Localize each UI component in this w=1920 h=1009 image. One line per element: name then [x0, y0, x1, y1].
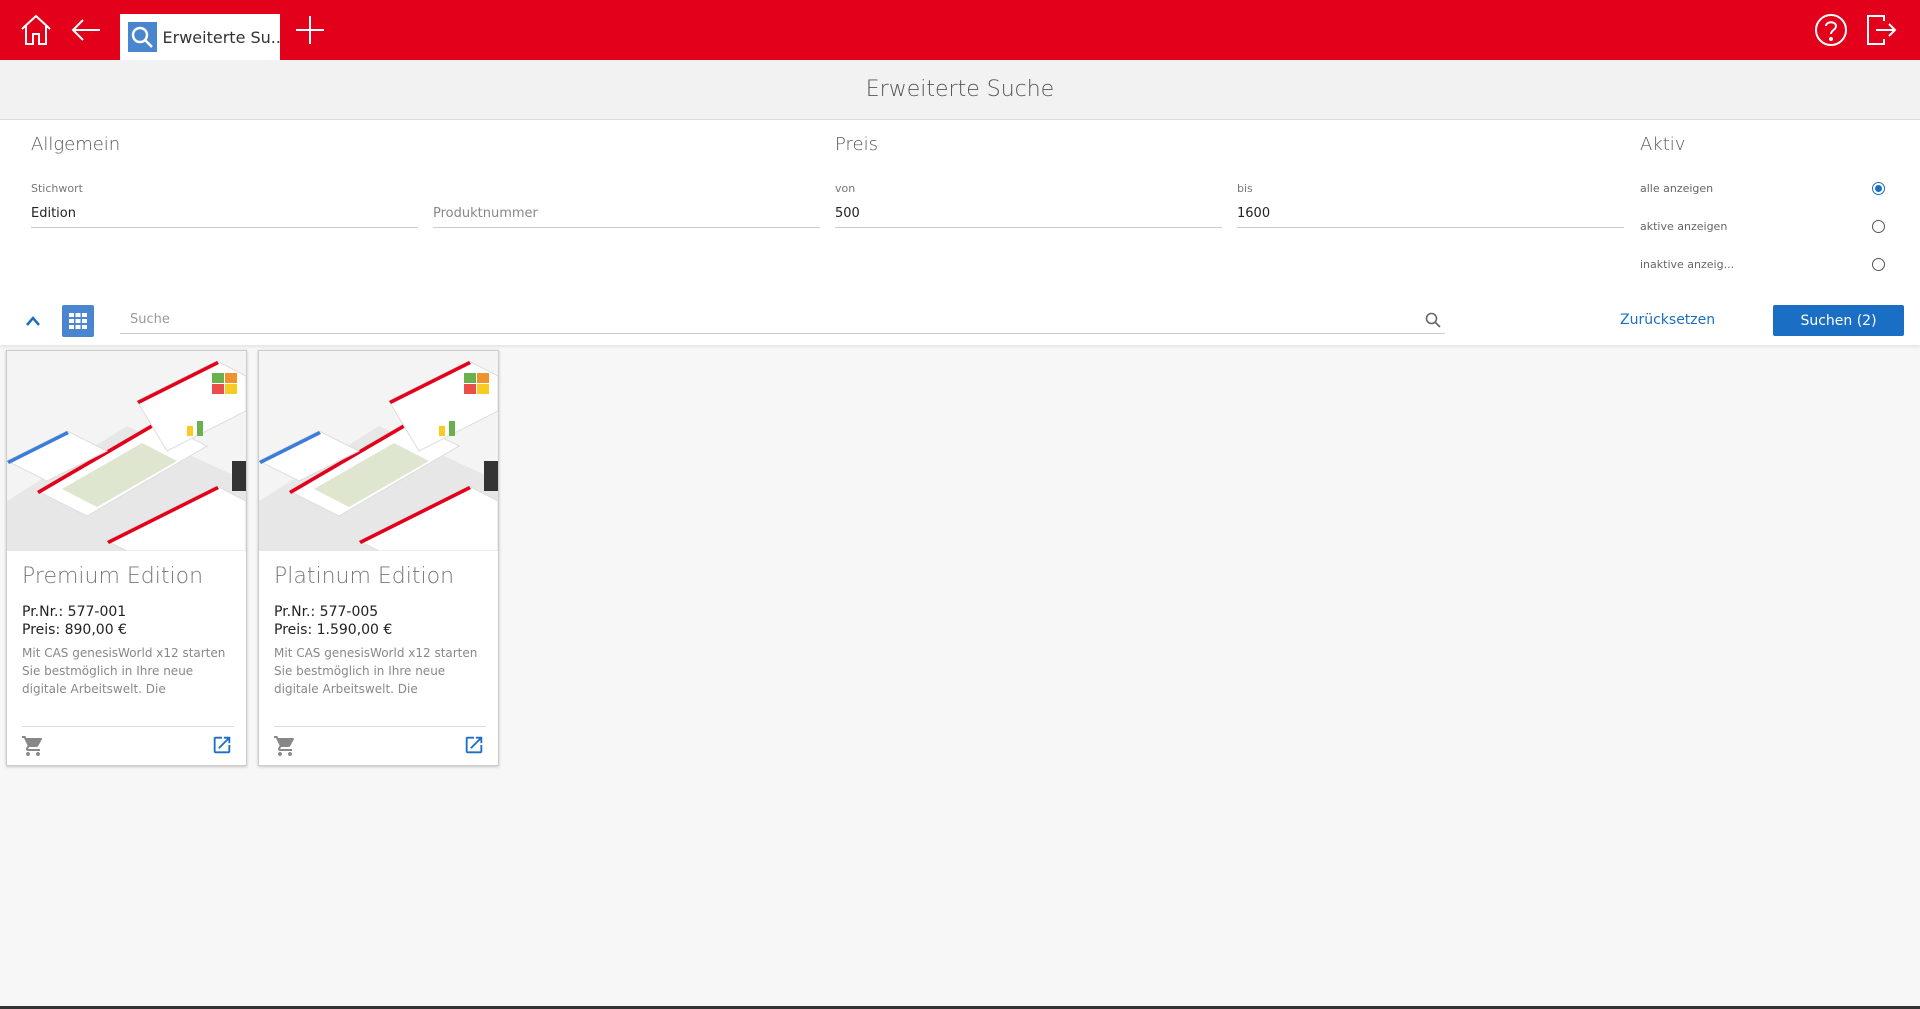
collapse-button[interactable] — [20, 308, 46, 334]
radio-button-checked[interactable] — [1872, 181, 1885, 195]
page-header: Erweiterte Suche — [0, 60, 1920, 120]
add-tab-button[interactable] — [280, 0, 340, 60]
price-to-label: bis — [1237, 182, 1253, 195]
filter-panel: Allgemein Stichwort Edition Produktnumme… — [0, 120, 1920, 345]
radio-show-inactive[interactable]: inaktive anzeig... — [1640, 254, 1885, 274]
product-image — [7, 351, 246, 551]
radio-button[interactable] — [1872, 219, 1885, 233]
radio-label: inaktive anzeig... — [1640, 257, 1735, 271]
search-placeholder: Suche — [130, 312, 170, 327]
top-bar: Erweiterte Su... — [0, 0, 1920, 60]
product-number: Pr.Nr.: 577-001 — [22, 604, 127, 620]
price-from-label: von — [835, 182, 856, 195]
search-input[interactable]: Suche — [120, 308, 1445, 334]
chevron-up-icon — [26, 316, 40, 326]
product-title: Premium Edition — [22, 564, 204, 589]
tab-label: Erweiterte Su... — [162, 27, 280, 47]
product-description: Mit CAS genesisWorld x12 starten Sie bes… — [274, 646, 478, 696]
open-external-icon[interactable] — [463, 734, 485, 756]
product-title: Platinum Edition — [274, 564, 455, 589]
keyword-input[interactable]: Edition — [31, 202, 418, 228]
section-title-active: Aktiv — [1640, 134, 1686, 155]
product-image — [259, 351, 498, 551]
product-number-input[interactable]: Produktnummer — [433, 202, 820, 228]
product-description: Mit CAS genesisWorld x12 starten Sie bes… — [22, 646, 226, 696]
radio-show-all[interactable]: alle anzeigen — [1640, 178, 1885, 198]
keyword-label: Stichwort — [31, 182, 83, 195]
plus-icon — [296, 16, 324, 44]
logout-icon — [1867, 15, 1897, 45]
cart-icon[interactable] — [273, 734, 297, 758]
section-title-general: Allgemein — [31, 134, 121, 155]
search-icon[interactable] — [1425, 312, 1441, 328]
card-divider — [22, 726, 234, 727]
product-card[interactable]: Premium Edition Pr.Nr.: 577-001 Preis: 8… — [6, 350, 247, 766]
radio-label: aktive anzeigen — [1640, 219, 1728, 233]
product-number: Pr.Nr.: 577-005 — [274, 604, 379, 620]
cart-icon[interactable] — [21, 734, 45, 758]
grid-view-button[interactable] — [62, 305, 94, 337]
help-icon — [1815, 14, 1847, 46]
price-to-input[interactable]: 1600 — [1237, 202, 1624, 228]
product-price: Preis: 1.590,00 € — [274, 622, 393, 638]
tab-advanced-search[interactable]: Erweiterte Su... — [120, 14, 280, 60]
back-button[interactable] — [56, 0, 116, 60]
open-external-icon[interactable] — [211, 734, 233, 756]
reset-button[interactable]: Zurücksetzen — [1620, 312, 1715, 328]
search-toolbar: Suche Zurücksetzen Suchen (2) — [0, 302, 1920, 342]
logout-button[interactable] — [1851, 0, 1911, 60]
home-icon — [21, 14, 51, 45]
radio-button[interactable] — [1872, 257, 1885, 271]
page-title: Erweiterte Suche — [865, 77, 1055, 102]
radio-show-active[interactable]: aktive anzeigen — [1640, 216, 1885, 236]
product-card[interactable]: Platinum Edition Pr.Nr.: 577-005 Preis: … — [258, 350, 499, 766]
card-divider — [274, 726, 486, 727]
back-arrow-icon — [71, 19, 100, 41]
section-title-price: Preis — [835, 134, 878, 155]
grid-icon — [69, 313, 87, 329]
price-from-input[interactable]: 500 — [835, 202, 1222, 228]
product-price: Preis: 890,00 € — [22, 622, 127, 638]
search-button[interactable]: Suchen (2) — [1773, 305, 1904, 336]
search-tab-icon — [128, 22, 157, 52]
radio-label: alle anzeigen — [1640, 181, 1714, 195]
